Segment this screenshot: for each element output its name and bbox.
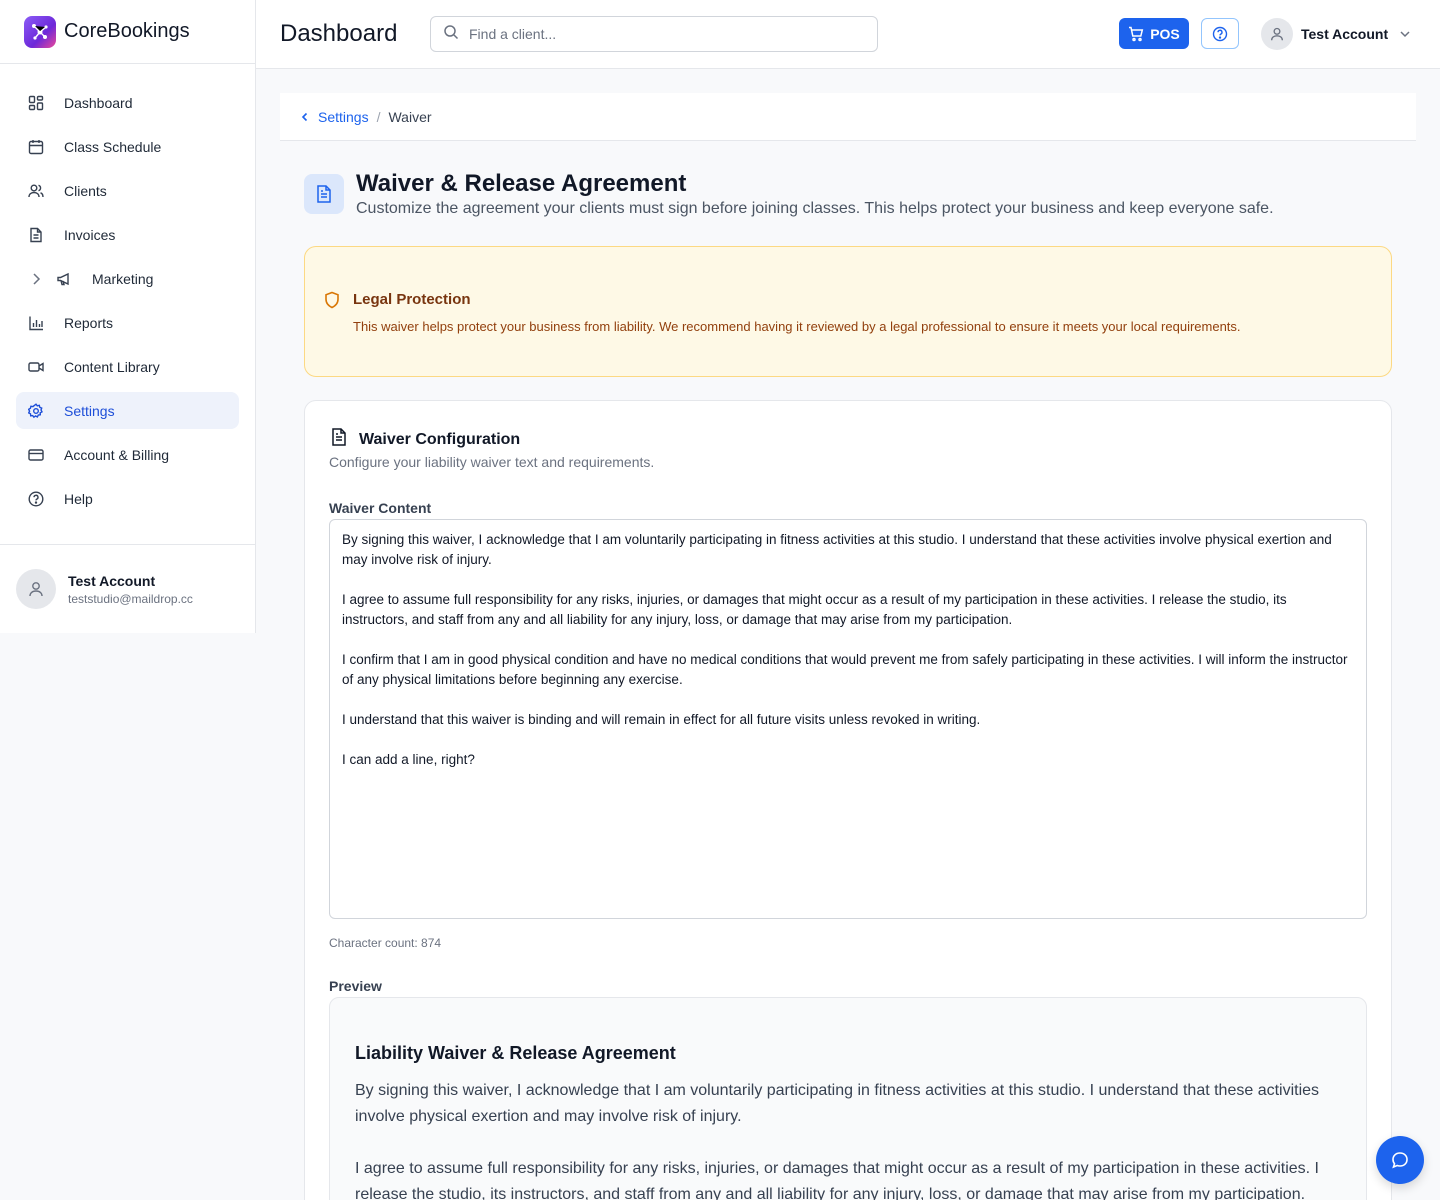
sidebar-item-invoices[interactable]: Invoices bbox=[16, 216, 239, 253]
alert-title: Legal Protection bbox=[353, 291, 471, 308]
user-icon bbox=[29, 582, 43, 597]
legal-protection-alert: Legal Protection This waiver helps prote… bbox=[304, 246, 1392, 377]
avatar bbox=[16, 569, 56, 609]
brand[interactable]: CoreBookings bbox=[0, 0, 255, 64]
waiver-preview: Liability Waiver & Release Agreement By … bbox=[329, 997, 1367, 1200]
sidebar-item-content-library[interactable]: Content Library bbox=[16, 348, 239, 385]
account-menu[interactable]: Test Account bbox=[1261, 18, 1412, 50]
sidebar-item-label: Class Schedule bbox=[64, 138, 162, 155]
sidebar-user-card[interactable]: Test Account teststudio@maildrop.cc bbox=[0, 544, 255, 633]
document-icon bbox=[304, 174, 344, 214]
chevron-down-icon bbox=[1398, 27, 1412, 41]
cart-icon bbox=[1129, 26, 1144, 41]
page-subtitle: Customize the agreement your clients mus… bbox=[356, 200, 1274, 217]
brand-logo-icon bbox=[24, 15, 56, 48]
file-text-icon bbox=[329, 427, 349, 452]
gear-icon bbox=[28, 402, 44, 419]
sidebar-item-class-schedule[interactable]: Class Schedule bbox=[16, 128, 239, 165]
grid-icon bbox=[28, 95, 44, 111]
sidebar-item-label: Help bbox=[64, 490, 93, 507]
sidebar-item-label: Clients bbox=[64, 182, 107, 199]
sidebar-item-label: Marketing bbox=[92, 270, 154, 287]
page-title: Waiver & Release Agreement bbox=[356, 170, 687, 197]
breadcrumb-separator: / bbox=[376, 108, 381, 125]
client-search[interactable] bbox=[430, 16, 878, 52]
chat-button[interactable] bbox=[1376, 1136, 1424, 1184]
breadcrumb: Settings / Waiver bbox=[280, 93, 1416, 141]
help-circle-icon bbox=[1212, 26, 1228, 41]
help-button[interactable] bbox=[1201, 18, 1239, 49]
sidebar-item-settings[interactable]: Settings bbox=[16, 392, 239, 429]
sidebar-nav: Dashboard Class Schedule Clients Invoice… bbox=[0, 64, 255, 517]
sidebar-item-account-billing[interactable]: Account & Billing bbox=[16, 436, 239, 473]
sidebar-item-label: Dashboard bbox=[64, 94, 133, 111]
sidebar-item-label: Account & Billing bbox=[64, 446, 170, 463]
top-header: Dashboard POS Test Account bbox=[256, 0, 1440, 69]
sidebar-item-clients[interactable]: Clients bbox=[16, 172, 239, 209]
help-circle-icon bbox=[28, 490, 44, 507]
character-count: Character count: 874 bbox=[329, 936, 442, 950]
breadcrumb-current: Waiver bbox=[388, 108, 432, 125]
card-subtitle: Configure your liability waiver text and… bbox=[329, 454, 655, 470]
card-title: Waiver Configuration bbox=[359, 430, 521, 448]
preview-title: Liability Waiver & Release Agreement bbox=[355, 1043, 676, 1063]
page-header-title: Dashboard bbox=[280, 20, 398, 47]
sidebar-item-label: Content Library bbox=[64, 358, 160, 375]
users-icon bbox=[28, 183, 44, 199]
file-icon bbox=[28, 227, 44, 243]
calendar-icon bbox=[28, 139, 44, 155]
preview-body: By signing this waiver, I acknowledge th… bbox=[355, 1082, 1320, 1200]
account-name: Test Account bbox=[1301, 26, 1389, 42]
preview-label: Preview bbox=[329, 978, 382, 994]
sidebar: CoreBookings Dashboard Class Schedule Cl… bbox=[0, 0, 256, 633]
avatar bbox=[1261, 18, 1293, 50]
alert-body: This waiver helps protect your business … bbox=[353, 319, 1241, 334]
shield-icon bbox=[323, 291, 341, 314]
pos-button-label: POS bbox=[1150, 25, 1180, 42]
chevron-right-icon[interactable] bbox=[28, 271, 44, 287]
sidebar-user-email: teststudio@maildrop.cc bbox=[68, 591, 193, 606]
brand-name: CoreBookings bbox=[64, 20, 190, 42]
breadcrumb-parent: Settings bbox=[318, 108, 369, 125]
sidebar-item-dashboard[interactable]: Dashboard bbox=[16, 84, 239, 121]
search-input[interactable] bbox=[469, 26, 849, 42]
search-icon bbox=[443, 24, 459, 45]
sidebar-user-name: Test Account bbox=[68, 572, 156, 589]
breadcrumb-back-link[interactable]: Settings bbox=[300, 109, 369, 125]
credit-card-icon bbox=[28, 447, 44, 463]
waiver-content-label: Waiver Content bbox=[329, 500, 432, 516]
bar-chart-icon bbox=[28, 315, 44, 331]
chevron-left-icon bbox=[301, 112, 308, 121]
megaphone-icon bbox=[56, 271, 72, 287]
page-heading: Waiver & Release Agreement Customize the… bbox=[304, 170, 1274, 218]
sidebar-item-label: Settings bbox=[64, 402, 115, 419]
sidebar-item-help[interactable]: Help bbox=[16, 480, 239, 517]
sidebar-item-marketing[interactable]: Marketing bbox=[16, 260, 239, 297]
user-icon bbox=[1271, 27, 1283, 41]
sidebar-item-reports[interactable]: Reports bbox=[16, 304, 239, 341]
waiver-content-textarea[interactable]: By signing this waiver, I acknowledge th… bbox=[329, 519, 1367, 919]
sidebar-item-label: Invoices bbox=[64, 226, 116, 243]
sidebar-item-label: Reports bbox=[64, 314, 114, 331]
chat-bubble-icon bbox=[1392, 1152, 1408, 1169]
waiver-configuration-card: Waiver Configuration Configure your liab… bbox=[304, 400, 1392, 1200]
video-icon bbox=[28, 359, 44, 375]
pos-button[interactable]: POS bbox=[1119, 18, 1189, 49]
